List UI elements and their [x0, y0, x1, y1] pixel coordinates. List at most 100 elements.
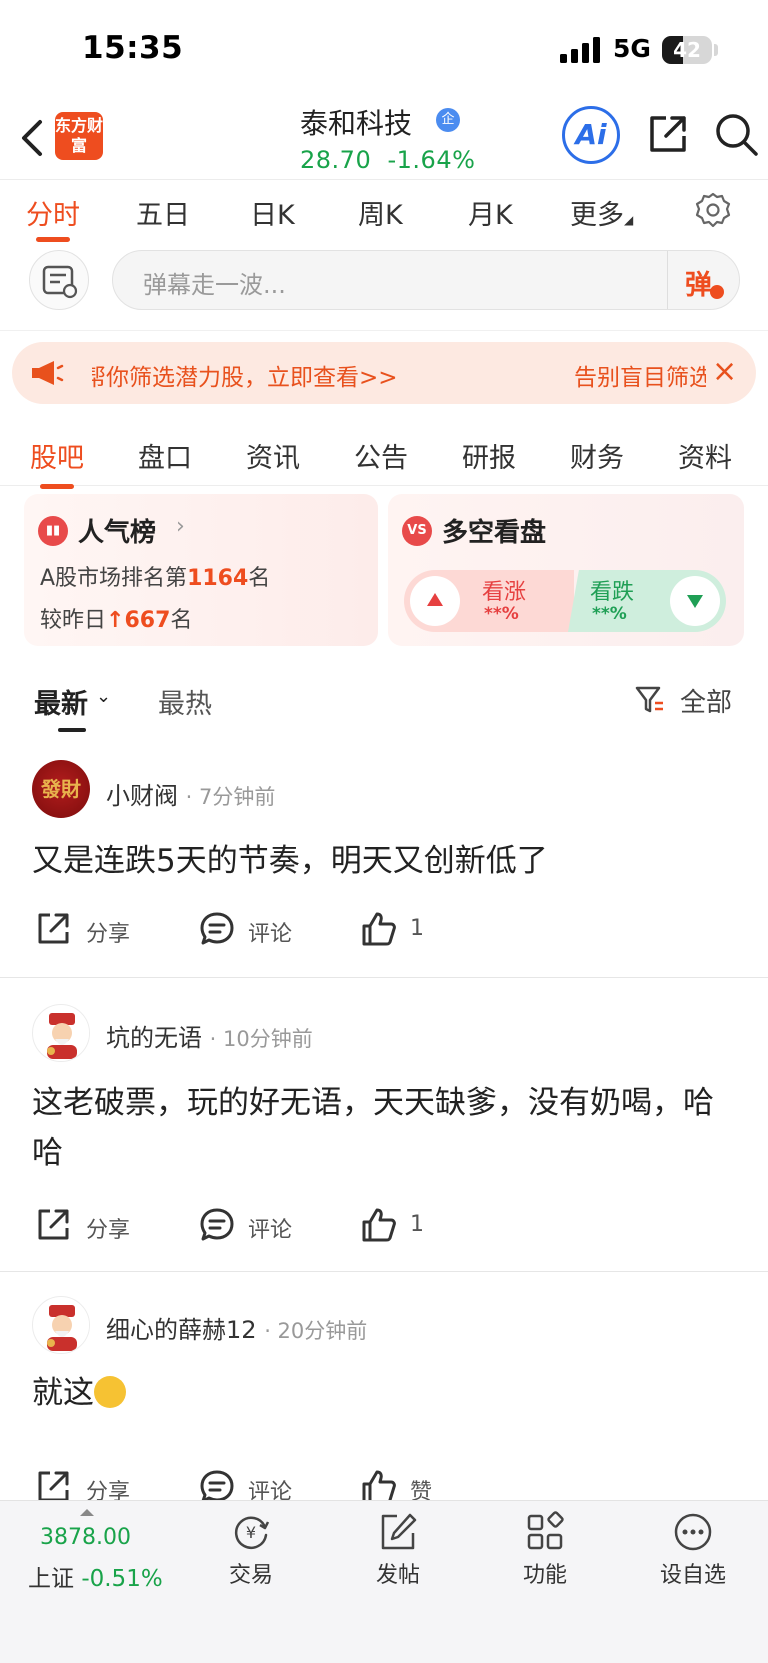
tab-profile[interactable]: 资料: [678, 436, 732, 475]
battery-icon: 42: [662, 36, 712, 64]
post-content[interactable]: 这老破票，玩的好无语，天天缺爹，没有奶喝，哈哈: [32, 1078, 736, 1178]
comment-icon[interactable]: [198, 910, 236, 948]
tab-news[interactable]: 资讯: [246, 436, 300, 475]
edit-icon: [381, 1513, 417, 1550]
index-change: -0.51%: [81, 1566, 163, 1592]
chevron-right-icon: ›: [176, 514, 185, 539]
danmaku-dot: [710, 285, 724, 299]
status-time: 15:35: [82, 30, 184, 66]
danmaku-settings-button[interactable]: [29, 250, 89, 310]
tab-month-k[interactable]: 月K: [468, 193, 513, 232]
nav-functions[interactable]: 功能: [490, 1511, 600, 1601]
post-item[interactable]: 發財 小财阀 · 7分钟前 又是连跌5天的节奏，明天又创新低了 分享 评论 1: [0, 746, 768, 978]
back-arrow-icon[interactable]: [18, 116, 48, 160]
battery-tip: [714, 44, 718, 56]
nav-functions-label: 功能: [522, 1563, 567, 1588]
filter-label[interactable]: 全部: [680, 682, 732, 719]
share-icon[interactable]: [34, 1206, 72, 1244]
post-time: · 10分钟前: [209, 1027, 313, 1051]
wealth-god-icon: [34, 1006, 89, 1061]
share-icon[interactable]: [644, 110, 692, 158]
svg-text:¥: ¥: [246, 1523, 256, 1542]
promo-banner[interactable]: 帮你筛选潜力股，立即查看>> 告别盲目筛选 ×: [12, 342, 756, 404]
ai-button[interactable]: Ai: [562, 106, 620, 164]
network-label: 5G: [613, 34, 651, 63]
battery-level: 42: [673, 38, 701, 62]
sentiment-vote-bar: 看涨 **% 看跌 **%: [404, 570, 726, 632]
tab-day-k[interactable]: 日K: [250, 193, 295, 232]
nav-trade-label: 交易: [228, 1563, 273, 1588]
avatar[interactable]: 發財: [32, 760, 90, 818]
post-item[interactable]: 坑的无语 · 10分钟前 这老破票，玩的好无语，天天缺爹，没有奶喝，哈哈 分享 …: [0, 978, 768, 1272]
thumbs-up-icon[interactable]: [360, 910, 398, 948]
chevron-down-icon[interactable]: ⌄: [96, 686, 111, 707]
sort-underline: [58, 728, 86, 732]
sort-hot[interactable]: 最热: [158, 682, 212, 721]
tab-announcements[interactable]: 公告: [354, 436, 408, 475]
post-content[interactable]: 又是连跌5天的节奏，明天又创新低了: [32, 836, 736, 886]
share-label[interactable]: 分享: [86, 916, 130, 948]
tab-intraday[interactable]: 分时: [26, 193, 80, 242]
post-author[interactable]: 小财阀 · 7分钟前: [106, 776, 275, 811]
vs-icon: VS: [402, 516, 432, 546]
like-count[interactable]: 1: [410, 916, 424, 941]
yen-exchange-icon: ¥: [234, 1516, 270, 1550]
nav-add-watchlist[interactable]: 设自选: [638, 1511, 748, 1601]
gear-icon[interactable]: [694, 191, 732, 229]
post-author[interactable]: 坑的无语 · 10分钟前: [106, 1018, 313, 1053]
tab-more[interactable]: 更多◢: [570, 193, 633, 232]
nav-post[interactable]: 发帖: [343, 1511, 453, 1601]
tab-week-k[interactable]: 周K: [358, 193, 403, 232]
filter-icon[interactable]: [634, 684, 666, 716]
nav-trade[interactable]: ¥ 交易: [196, 1511, 306, 1601]
danmaku-send-button[interactable]: 弹: [685, 263, 712, 302]
tab-guba[interactable]: 股吧: [30, 436, 84, 489]
market-rank: A股市场排名第1164名: [40, 566, 271, 591]
stock-header: 东方财富 泰和科技 企 28.70 -1.64% Ai: [0, 100, 768, 180]
bullish-label: 看涨: [482, 580, 527, 605]
bullish-pct: **%: [484, 604, 519, 624]
tab-finance[interactable]: 财务: [570, 436, 624, 475]
index-name[interactable]: 上证 -0.51%: [28, 1559, 163, 1593]
share-icon[interactable]: [34, 910, 72, 948]
close-icon[interactable]: ×: [712, 354, 737, 389]
megaphone-icon: [32, 361, 64, 385]
enterprise-badge: 企: [436, 108, 460, 132]
tab-five-day[interactable]: 五日: [136, 193, 190, 232]
index-value[interactable]: 3878.00: [40, 1525, 131, 1550]
share-label[interactable]: 分享: [86, 1212, 130, 1244]
comment-label[interactable]: 评论: [248, 916, 292, 948]
tab-research[interactable]: 研报: [462, 436, 516, 475]
avatar[interactable]: [32, 1004, 90, 1062]
app-logo: 东方财富: [55, 112, 103, 160]
laughing-emoji-icon: [94, 1376, 126, 1408]
price-value: 28.70: [300, 146, 372, 174]
content-tabs: 股吧 盘口 资讯 公告 研报 财务 资料: [0, 416, 768, 489]
stock-price: 28.70 -1.64%: [300, 146, 475, 174]
sort-latest[interactable]: 最新: [34, 682, 88, 721]
like-count[interactable]: 1: [410, 1212, 424, 1237]
price-change: -1.64%: [387, 146, 476, 174]
post-item[interactable]: 细心的薛赫12 · 20分钟前 就这 分享 评论 赞: [0, 1272, 768, 1505]
bearish-label: 看跌: [590, 580, 635, 605]
popularity-card[interactable]: ▮▮ 人气榜 › A股市场排名第1164名 较昨日↑667名: [24, 494, 378, 646]
expand-up-icon[interactable]: [80, 1509, 94, 1516]
sentiment-card: VS 多空看盘 看涨 **% 看跌 **%: [388, 494, 744, 646]
nav-post-label: 发帖: [375, 1563, 420, 1588]
post-author[interactable]: 细心的薛赫12 · 20分钟前: [106, 1310, 367, 1345]
comment-icon[interactable]: [198, 1206, 236, 1244]
avatar[interactable]: [32, 1296, 90, 1354]
wealth-god-icon: [34, 1298, 89, 1353]
search-icon[interactable]: [712, 110, 760, 158]
comment-label[interactable]: 评论: [248, 1212, 292, 1244]
arrow-down-icon[interactable]: [670, 576, 720, 626]
arrow-up-icon[interactable]: [410, 576, 460, 626]
danmaku-input[interactable]: 弹幕走一波... 弹: [112, 250, 740, 310]
promo-text: 帮你筛选潜力股，立即查看>>: [83, 365, 398, 391]
post-content[interactable]: 就这: [32, 1368, 736, 1418]
more-dots-icon: [674, 1513, 712, 1551]
tab-pankou[interactable]: 盘口: [138, 436, 192, 475]
thumbs-up-icon[interactable]: [360, 1206, 398, 1244]
chart-icon: ▮▮: [38, 516, 68, 546]
grid-icon: [527, 1511, 564, 1550]
